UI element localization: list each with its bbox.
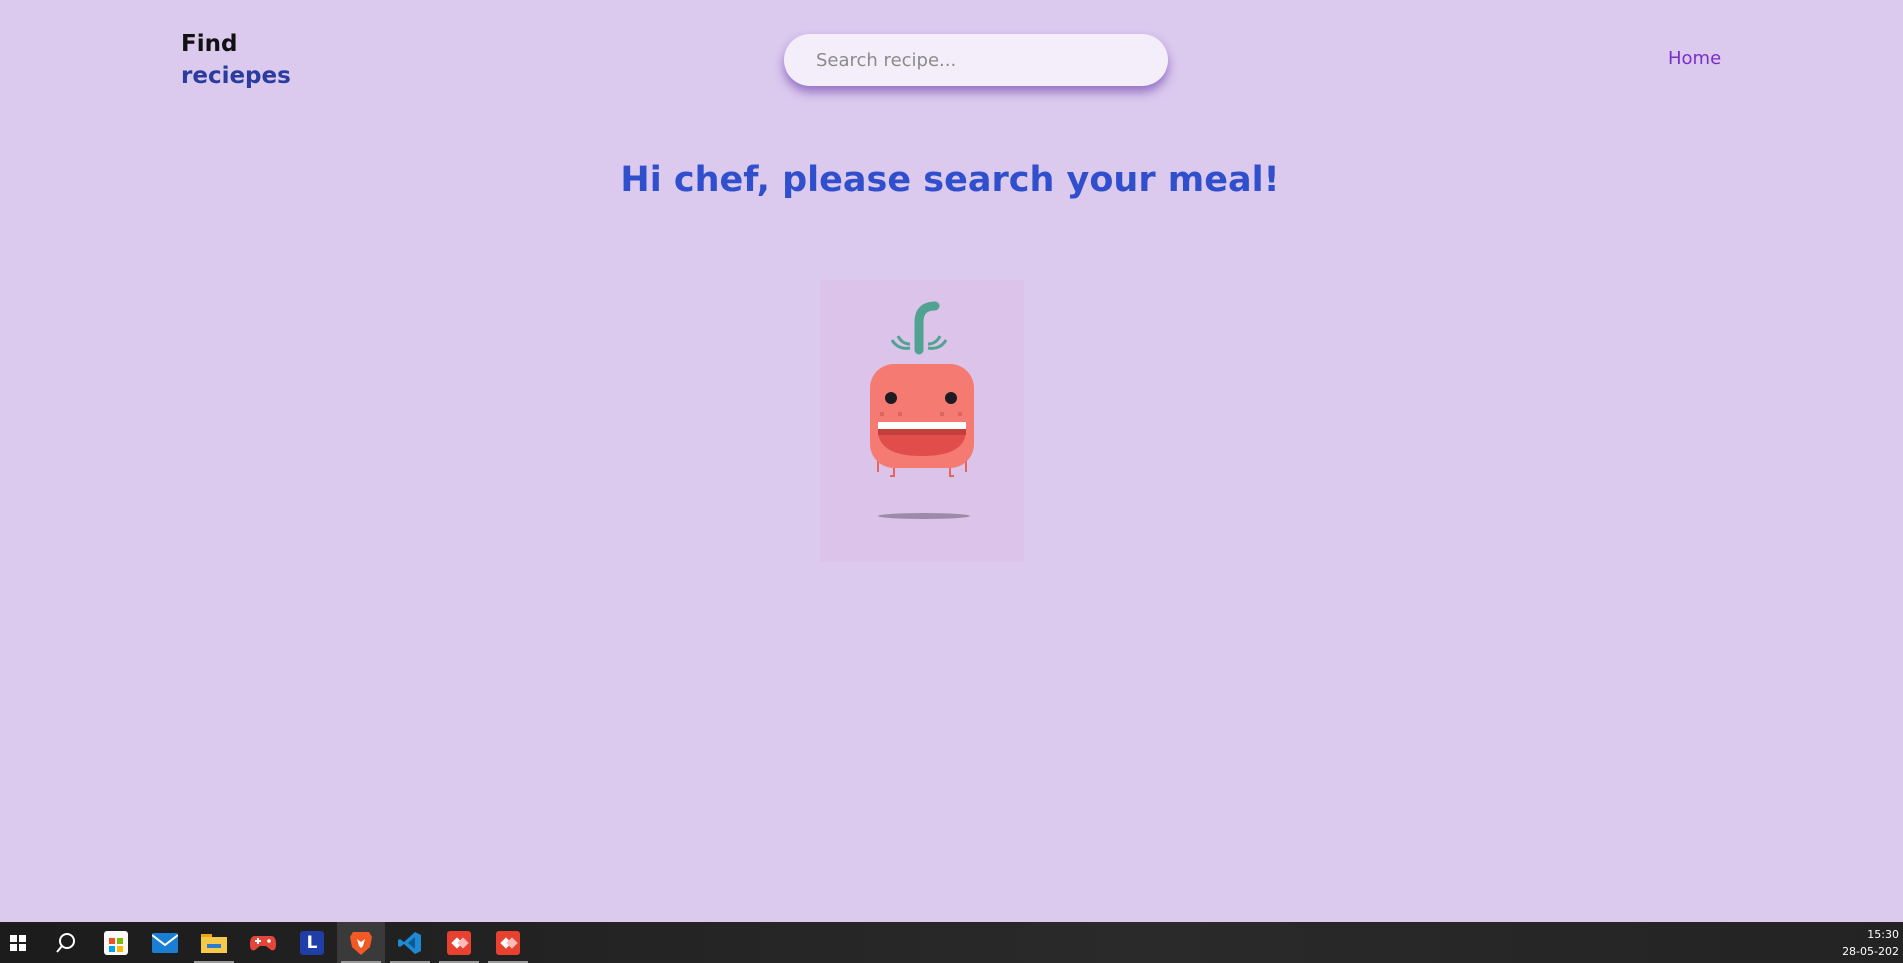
- search-input[interactable]: [784, 34, 1168, 86]
- clock-date: 28-05-202: [1842, 945, 1899, 958]
- site-logo[interactable]: Find reciepes: [181, 28, 291, 92]
- taskbar-anydesk-2[interactable]: [484, 922, 532, 963]
- app-l-icon: L: [300, 930, 324, 955]
- mail-icon: [152, 932, 178, 953]
- tomato-character-icon: [870, 301, 974, 519]
- search-bar: [784, 34, 1168, 86]
- taskbar-game[interactable]: [239, 922, 287, 963]
- page-headline: Hi chef, please search your meal!: [620, 160, 1280, 200]
- store-icon: [104, 930, 128, 955]
- page: Find reciepes Home Hi chef, please searc…: [0, 0, 1903, 922]
- brave-browser-icon: [350, 931, 372, 955]
- logo-text-find: Find: [181, 31, 238, 57]
- anydesk-icon: [447, 930, 471, 955]
- windows-taskbar: L 15:30 28-05-202: [0, 922, 1903, 963]
- windows-start-icon: [10, 934, 26, 951]
- taskbar-mail[interactable]: [141, 922, 189, 963]
- taskbar-vscode[interactable]: [386, 922, 434, 963]
- vscode-icon: [398, 931, 421, 954]
- logo-text-reciepes: reciepes: [181, 63, 291, 89]
- app-l-glyph: L: [306, 932, 318, 953]
- taskbar-store[interactable]: [92, 922, 140, 963]
- system-clock[interactable]: 15:30 28-05-202: [1839, 926, 1899, 960]
- start-button[interactable]: [0, 922, 36, 963]
- taskbar-app-l[interactable]: L: [288, 922, 336, 963]
- nav-home-link[interactable]: Home: [1668, 48, 1721, 69]
- game-controller-icon: [250, 935, 276, 950]
- tomato-illustration: [820, 280, 1024, 562]
- search-icon: [56, 932, 75, 953]
- taskbar-file-explorer[interactable]: [190, 922, 238, 963]
- file-explorer-icon: [201, 933, 227, 953]
- taskbar-anydesk-1[interactable]: [435, 922, 483, 963]
- clock-time: 15:30: [1867, 928, 1899, 941]
- anydesk-icon: [496, 930, 520, 955]
- taskbar-brave[interactable]: [337, 922, 385, 963]
- taskbar-search-button[interactable]: [42, 922, 90, 963]
